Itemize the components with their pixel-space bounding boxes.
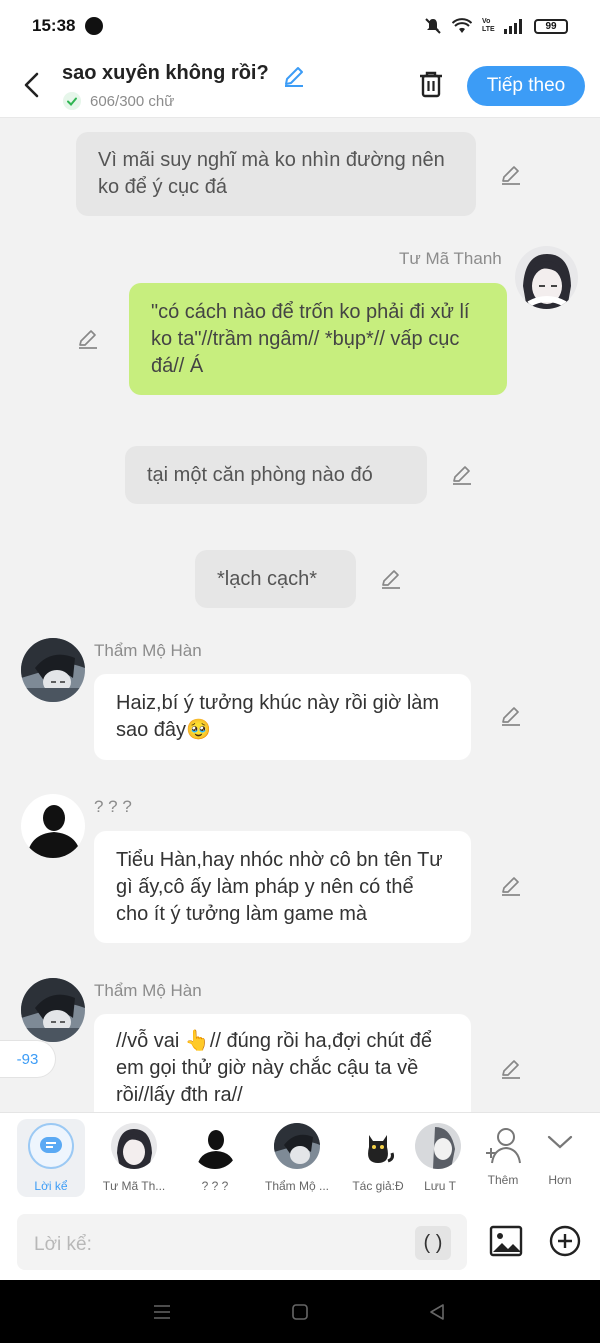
- edit-icon[interactable]: [380, 568, 402, 590]
- word-count: 606/300 chữ: [90, 93, 175, 110]
- back-icon[interactable]: [20, 70, 44, 100]
- message-bubble[interactable]: Tiểu Hàn,hay nhóc nhờ cô bn tên Tư gì ấy…: [94, 831, 471, 943]
- edit-title-icon[interactable]: [282, 64, 306, 88]
- narration-bubble[interactable]: *lạch cạch*: [195, 550, 356, 608]
- plus-icon[interactable]: [548, 1224, 582, 1258]
- sender-name: Tư Mã Thanh: [399, 249, 502, 268]
- message-text: tại một căn phòng nào đó: [147, 463, 373, 486]
- avatar[interactable]: [21, 638, 85, 702]
- image-icon[interactable]: [489, 1224, 523, 1258]
- status-icons: Vo LTE 99: [424, 17, 568, 35]
- cat-icon: [355, 1123, 401, 1169]
- wifi-icon: [452, 18, 472, 33]
- back-nav-icon[interactable]: [428, 1303, 446, 1321]
- character-item[interactable]: Thẩm Mộ ...: [257, 1113, 337, 1205]
- avatar: [415, 1123, 461, 1169]
- message-text: //vỗ vai 👆// đúng rồi ha,đợi chút để em …: [116, 1030, 432, 1106]
- character-label: Lưu T: [424, 1179, 456, 1193]
- message-text: "có cách nào để trốn ko phải đi xử lí ko…: [151, 300, 470, 377]
- system-nav-bar: [0, 1280, 600, 1343]
- message-text: Vì mãi suy nghĩ mà ko nhìn đường nên ko …: [98, 149, 445, 198]
- avatar[interactable]: [21, 978, 85, 1042]
- more-label: Hơn: [548, 1173, 572, 1187]
- status-time: 15:38: [32, 16, 76, 35]
- battery-icon: 99: [534, 18, 568, 34]
- character-bar: Lời kể Tư Mã Th... ? ? ? Thẩm Mộ ... Tác…: [0, 1112, 600, 1205]
- character-item-narrator[interactable]: Lời kể: [11, 1113, 91, 1205]
- story-title: sao xuyên không rồi?: [62, 62, 269, 84]
- narration-bubble[interactable]: Vì mãi suy nghĩ mà ko nhìn đường nên ko …: [76, 132, 476, 216]
- character-label: Thẩm Mộ ...: [264, 1179, 329, 1193]
- edit-icon[interactable]: [500, 705, 522, 727]
- my-message-bubble[interactable]: "có cách nào để trốn ko phải đi xử lí ko…: [129, 283, 507, 395]
- message-bubble[interactable]: Haiz,bí ý tưởng khúc này rồi giờ làm sao…: [94, 674, 471, 760]
- check-icon: [63, 92, 81, 110]
- character-label: Lời kể: [34, 1179, 68, 1193]
- sender-name: Thẩm Mộ Hàn: [94, 641, 202, 660]
- narrator-icon: [28, 1123, 74, 1169]
- narration-bubble[interactable]: tại một căn phòng nào đó: [125, 446, 427, 504]
- menu-icon[interactable]: [152, 1303, 172, 1321]
- character-item[interactable]: Tác giả:Đ: [338, 1113, 418, 1205]
- remaining-counter[interactable]: -93: [0, 1040, 56, 1078]
- message-text: *lạch cạch*: [217, 567, 318, 590]
- avatar: [111, 1123, 157, 1169]
- edit-icon[interactable]: [500, 875, 522, 897]
- character-label: ? ? ?: [201, 1179, 229, 1193]
- more-button[interactable]: Hơn: [520, 1113, 600, 1205]
- edit-icon[interactable]: [451, 464, 473, 486]
- edit-icon[interactable]: [500, 1058, 522, 1080]
- volte-icon: Vo LTE: [482, 18, 495, 33]
- edit-icon[interactable]: [500, 164, 522, 186]
- message-text: Haiz,bí ý tưởng khúc này rồi giờ làm sao…: [116, 692, 440, 741]
- carrier-icon: [85, 17, 104, 35]
- status-bar: 15:38 Vo LTE 99: [0, 0, 600, 52]
- trash-icon[interactable]: [417, 69, 445, 99]
- avatar[interactable]: [515, 246, 578, 309]
- edit-icon[interactable]: [77, 328, 99, 350]
- chat-area[interactable]: Vì mãi suy nghĩ mà ko nhìn đường nên ko …: [0, 118, 600, 1112]
- chevron-down-icon: [547, 1135, 573, 1149]
- mute-icon: [425, 18, 441, 34]
- character-label: Tư Mã Th...: [102, 1179, 166, 1193]
- avatar: [274, 1123, 320, 1169]
- message-bubble[interactable]: //vỗ vai 👆// đúng rồi ha,đợi chút để em …: [94, 1014, 471, 1112]
- avatar[interactable]: [21, 794, 85, 858]
- header: sao xuyên không rồi? 606/300 chữ Tiếp th…: [0, 52, 600, 118]
- character-item[interactable]: Tư Mã Th...: [94, 1113, 174, 1205]
- next-button[interactable]: Tiếp theo: [467, 66, 585, 106]
- character-item[interactable]: ? ? ?: [175, 1113, 255, 1205]
- character-label: Tác giả:Đ: [352, 1179, 404, 1193]
- action-parentheses-button[interactable]: ( ): [415, 1226, 451, 1260]
- character-item[interactable]: Lưu T: [415, 1113, 465, 1205]
- message-text: Tiểu Hàn,hay nhóc nhờ cô bn tên Tư gì ấy…: [116, 848, 443, 925]
- input-bar: Lời kể: ( ): [0, 1204, 600, 1280]
- silhouette-icon: [192, 1123, 238, 1169]
- signal-icon: [504, 19, 522, 34]
- sender-name: ? ? ?: [94, 797, 132, 816]
- home-icon[interactable]: [291, 1303, 309, 1321]
- input-placeholder: Lời kể:: [34, 1234, 92, 1255]
- sender-name: Thẩm Mộ Hàn: [94, 981, 202, 1000]
